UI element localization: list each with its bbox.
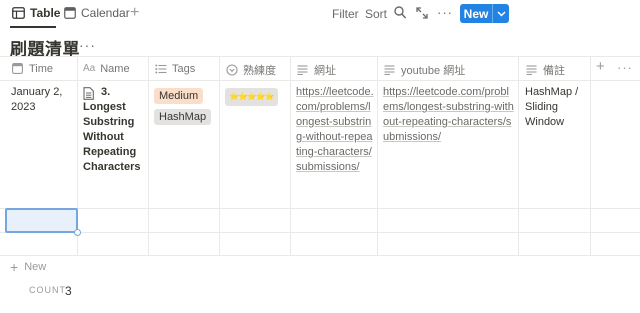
column-header-name[interactable]: Aa Name [83, 62, 130, 75]
select-circle-icon [225, 64, 238, 77]
text-aa-icon: Aa [83, 63, 96, 74]
youtube-url-link[interactable]: https://leetcode.com/problems/longest-su… [383, 86, 514, 143]
calendar-icon [64, 7, 76, 19]
new-button-label: New [463, 6, 489, 21]
cell-proficiency[interactable]: ⭐⭐⭐⭐⭐ [225, 86, 278, 106]
cell-name[interactable]: 3. Longest Substring Without Repeating C… [83, 85, 145, 175]
row-border [0, 208, 640, 209]
column-header-label: 熟練度 [243, 65, 276, 77]
selected-cell[interactable] [5, 208, 78, 233]
calendar-icon [11, 62, 24, 75]
table-icon [12, 7, 25, 19]
cell-tags[interactable]: Medium HashMap [154, 86, 216, 125]
chevron-down-icon[interactable] [493, 10, 509, 17]
star-rating-badge: ⭐⭐⭐⭐⭐ [225, 88, 278, 106]
tag-badge: Medium [154, 88, 204, 104]
tab-calendar[interactable]: Calendar [64, 6, 130, 20]
new-row-label: New [24, 261, 47, 273]
plus-icon: + [10, 259, 19, 275]
sort-button[interactable]: Sort [365, 7, 387, 21]
fill-handle[interactable] [74, 229, 81, 236]
text-lines-icon [383, 64, 396, 77]
count-value: 3 [65, 284, 72, 298]
column-divider [219, 57, 220, 255]
text-lines-icon [525, 64, 538, 77]
column-header-label: youtube 網址 [401, 65, 466, 77]
more-options-button[interactable]: ··· [437, 5, 453, 20]
expand-icon[interactable] [416, 6, 428, 24]
column-header-youtube-url[interactable]: youtube 網址 [383, 62, 465, 78]
search-icon[interactable] [394, 6, 406, 24]
view-bar: Table Calendar + Filter Sort ··· New [0, 0, 640, 28]
column-header-url[interactable]: 網址 [296, 62, 336, 78]
active-tab-indicator [10, 26, 56, 28]
tab-table[interactable]: Table [12, 6, 60, 20]
tag-badge: HashMap [154, 109, 212, 125]
column-divider [590, 57, 591, 255]
new-row-button[interactable]: + New [10, 259, 47, 275]
header-bottom-border [0, 80, 640, 81]
cell-notes[interactable]: HashMap / Sliding Window [525, 85, 587, 130]
row-border [0, 255, 640, 256]
list-icon [154, 62, 167, 75]
column-header-label: Tags [172, 62, 196, 75]
column-divider [148, 57, 149, 255]
add-view-button[interactable]: + [130, 3, 139, 23]
column-header-label: Time [29, 62, 54, 75]
column-header-proficiency[interactable]: 熟練度 [225, 62, 276, 78]
text-lines-icon [296, 64, 309, 77]
column-header-tags[interactable]: Tags [154, 62, 195, 75]
row-border [0, 232, 640, 233]
tab-calendar-label: Calendar [81, 6, 130, 20]
header-top-border [0, 56, 640, 57]
cell-url[interactable]: https://leetcode.com/problems/longest-su… [296, 85, 374, 175]
filter-button[interactable]: Filter [332, 7, 359, 21]
column-header-label: 網址 [314, 65, 336, 77]
column-header-label: 備註 [543, 65, 565, 77]
tab-table-label: Table [30, 6, 61, 20]
column-divider [290, 57, 291, 255]
new-button[interactable]: New [460, 4, 509, 23]
column-header-notes[interactable]: 備註 [525, 62, 565, 78]
title-more-button[interactable]: ··· [79, 37, 96, 53]
column-divider [518, 57, 519, 255]
more-properties-button[interactable]: ··· [617, 60, 633, 75]
url-link[interactable]: https://leetcode.com/problems/longest-su… [296, 86, 374, 173]
page-name-link[interactable]: 3. Longest Substring Without Repeating C… [83, 85, 145, 175]
count-label: COUNT [29, 285, 66, 295]
column-header-time[interactable]: Time [11, 62, 53, 75]
cell-youtube-url[interactable]: https://leetcode.com/problems/longest-su… [383, 85, 515, 145]
column-header-label: Name [100, 62, 130, 75]
column-divider [377, 57, 378, 255]
add-property-button[interactable]: + [596, 58, 605, 75]
cell-time[interactable]: January 2, 2023 [11, 85, 73, 115]
